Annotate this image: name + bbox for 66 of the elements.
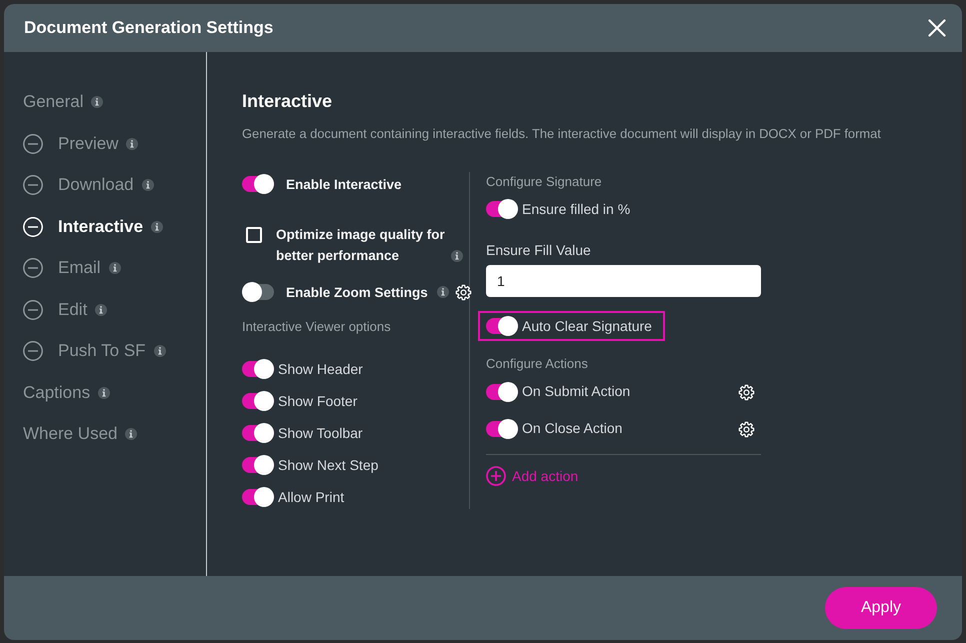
- info-icon: [142, 179, 154, 191]
- minus-circle-icon: [23, 134, 43, 154]
- info-icon: [154, 345, 166, 357]
- section-heading: Interactive: [242, 90, 334, 112]
- group-caption: Configure Signature: [486, 174, 603, 190]
- toggle-switch[interactable]: [486, 419, 518, 439]
- toggle-switch[interactable]: [242, 391, 274, 411]
- window-title: Document Generation Settings: [24, 18, 274, 38]
- minus-circle-icon: [23, 216, 43, 236]
- info-icon: [126, 138, 138, 150]
- sidebar-item[interactable]: Email: [23, 256, 121, 280]
- group-caption: Configure Actions: [486, 356, 589, 372]
- sidebar-item[interactable]: Interactive: [23, 214, 164, 238]
- apply-button[interactable]: Apply: [825, 587, 937, 629]
- sidebar-item[interactable]: Preview: [23, 132, 138, 156]
- sidebar-item[interactable]: Captions: [23, 380, 110, 404]
- gear-icon[interactable]: [454, 284, 472, 300]
- group-caption: Interactive Viewer options: [242, 319, 392, 335]
- info-icon: [108, 262, 121, 274]
- sidebar-item[interactable]: Edit: [23, 298, 108, 322]
- toggle-label: Show Toolbar: [278, 425, 363, 441]
- toggle-switch[interactable]: [242, 282, 274, 302]
- info-icon: [451, 250, 463, 262]
- toggle-label: Allow Print: [278, 489, 344, 505]
- toggle-switch[interactable]: [242, 359, 274, 379]
- sidebar-item[interactable]: Where Used: [23, 422, 138, 446]
- toggle-label: Show Header: [278, 361, 363, 377]
- gear-icon[interactable]: [738, 384, 755, 400]
- toggle-switch[interactable]: [242, 487, 274, 507]
- minus-circle-icon: [23, 175, 43, 195]
- checkbox-label: Optimize image quality for better performance: [276, 226, 446, 265]
- sidebar-item[interactable]: Download: [23, 173, 154, 197]
- toggle-label: Auto Clear Signature: [522, 318, 652, 334]
- input-field[interactable]: 1: [486, 265, 761, 297]
- toggle-switch[interactable]: [486, 382, 518, 402]
- add-action-button[interactable]: Add action: [486, 466, 578, 486]
- minus-circle-icon: [23, 341, 43, 361]
- toggle-label: On Close Action: [522, 420, 622, 436]
- info-icon: [125, 428, 138, 440]
- info-icon: [91, 96, 104, 108]
- sidebar-item[interactable]: General: [23, 90, 104, 114]
- toggle-switch[interactable]: [242, 423, 274, 443]
- minus-circle-icon: [23, 258, 43, 278]
- info-icon: [436, 286, 449, 298]
- info-icon: [151, 220, 164, 232]
- plus-circle-icon: [486, 466, 506, 486]
- toggle-switch[interactable]: [486, 316, 518, 336]
- toggle-switch[interactable]: [242, 455, 274, 475]
- close-button[interactable]: [928, 19, 946, 37]
- info-icon: [95, 304, 108, 316]
- toggle-switch[interactable]: [242, 174, 274, 194]
- toggle-label: Show Next Step: [278, 457, 378, 473]
- toggle-label: Ensure filled in %: [522, 201, 630, 217]
- toggle-label: Enable Zoom Settings: [286, 284, 428, 300]
- close-icon: [928, 19, 946, 37]
- toggle-label: Enable Interactive: [286, 176, 402, 192]
- checkbox[interactable]: [246, 227, 262, 243]
- minus-circle-icon: [23, 300, 43, 320]
- info-icon: [98, 386, 110, 398]
- toggle-label: On Submit Action: [522, 382, 630, 398]
- toggle-label: Show Footer: [278, 393, 358, 409]
- gear-icon[interactable]: [738, 420, 755, 438]
- sidebar-item[interactable]: Push To SF: [23, 339, 166, 363]
- field-label: Ensure Fill Value: [486, 241, 592, 259]
- section-description: Generate a document containing interactive fields. The interactive document will display in DOCX or PDF format: [242, 126, 882, 142]
- toggle-switch[interactable]: [486, 199, 518, 219]
